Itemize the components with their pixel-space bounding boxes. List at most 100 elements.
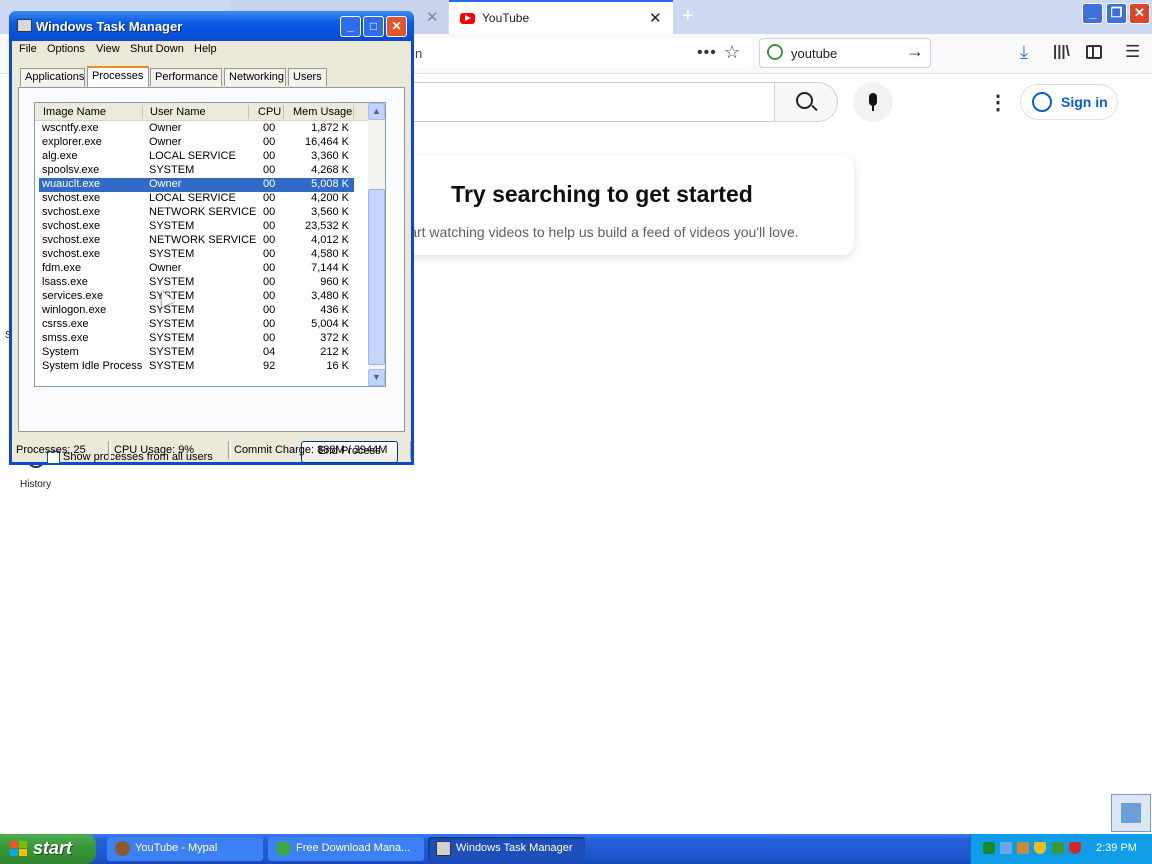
hamburger-menu-icon[interactable]: ☰: [1125, 42, 1140, 62]
process-mem-usage: 4,268 K: [311, 164, 349, 176]
table-row[interactable]: svchost.exe NETWORK SERVICE 00 3,560 K: [39, 206, 354, 220]
column-image-name[interactable]: Image Name: [43, 106, 106, 118]
search-icon[interactable]: [796, 92, 813, 109]
column-divider[interactable]: [283, 105, 284, 119]
process-mem-usage: 3,360 K: [311, 150, 349, 162]
tab-users[interactable]: Users: [288, 68, 327, 86]
logo-quadrant: [19, 841, 27, 848]
tab-applications[interactable]: Applications: [20, 68, 85, 86]
process-mem-usage: 5,004 K: [311, 318, 349, 330]
menu-bar: File Options View Shut Down Help: [12, 41, 411, 59]
column-mem-usage[interactable]: Mem Usage: [293, 106, 352, 118]
sidebar-item-history[interactable]: History: [20, 479, 51, 490]
column-divider[interactable]: [142, 105, 143, 119]
tab-performance[interactable]: Performance: [150, 68, 222, 86]
menu-shut-down[interactable]: Shut Down: [130, 43, 184, 55]
table-row[interactable]: winlogon.exe SYSTEM 00 436 K: [39, 304, 354, 318]
process-cpu: 00: [263, 262, 276, 274]
more-options-icon[interactable]: ⋮: [988, 90, 1008, 115]
taskbar-item-free-download-manager[interactable]: Free Download Mana...: [268, 837, 424, 861]
table-row[interactable]: svchost.exe SYSTEM 00 4,580 K: [39, 248, 354, 262]
taskbar-item-youtube-mypal[interactable]: YouTube - Mypal: [107, 837, 263, 861]
url-text[interactable]: n: [415, 46, 422, 61]
table-row[interactable]: smss.exe SYSTEM 00 372 K: [39, 332, 354, 346]
tab-processes[interactable]: Processes: [87, 66, 149, 87]
process-cpu: 00: [263, 136, 276, 148]
network-icon[interactable]: [1000, 842, 1012, 854]
menu-view[interactable]: View: [96, 43, 120, 55]
process-user-name: LOCAL SERVICE: [149, 192, 236, 204]
close-button[interactable]: ✕: [386, 16, 407, 37]
menu-options[interactable]: Options: [47, 43, 85, 55]
table-row[interactable]: lsass.exe SYSTEM 00 960 K: [39, 276, 354, 290]
bookmark-star-icon[interactable]: ☆: [724, 42, 740, 63]
taskbar-item-task-manager[interactable]: Windows Task Manager: [428, 837, 585, 861]
library-icon[interactable]: |||\: [1053, 43, 1070, 60]
tab-networking[interactable]: Networking: [224, 68, 286, 86]
column-divider[interactable]: [353, 105, 354, 119]
table-row[interactable]: services.exe SYSTEM 00 3,480 K: [39, 290, 354, 304]
process-list[interactable]: Image Name User Name CPU Mem Usage wscnt…: [34, 102, 386, 387]
minimize-window-button[interactable]: _: [1082, 3, 1103, 24]
process-user-name: Owner: [149, 136, 182, 148]
tab-label: YouTube: [482, 11, 530, 25]
table-row[interactable]: alg.exe LOCAL SERVICE 00 3,360 K: [39, 150, 354, 164]
scroll-up-icon[interactable]: ▲: [368, 103, 385, 120]
floating-download-icon[interactable]: [1111, 794, 1151, 832]
table-row[interactable]: fdm.exe Owner 00 7,144 K: [39, 262, 354, 276]
task-label: YouTube - Mypal: [135, 842, 218, 854]
cpu-monitor-icon[interactable]: [983, 842, 995, 854]
column-user-name[interactable]: User Name: [150, 106, 206, 118]
process-image-name: spoolsv.exe: [42, 164, 100, 176]
search-go-arrow-icon[interactable]: →: [906, 41, 924, 62]
process-mem-usage: 3,560 K: [311, 206, 349, 218]
scroll-down-icon[interactable]: ▼: [368, 369, 385, 386]
table-row[interactable]: wuauclt.exe Owner 00 5,008 K: [39, 178, 354, 192]
scrollbar-thumb[interactable]: [368, 189, 385, 365]
status-cpu-usage: CPU Usage: 9%: [110, 441, 229, 459]
clock[interactable]: 2:39 PM: [1096, 842, 1137, 854]
table-row[interactable]: svchost.exe NETWORK SERVICE 00 4,012 K: [39, 234, 354, 248]
process-user-name: SYSTEM: [149, 304, 195, 316]
table-row[interactable]: csrss.exe SYSTEM 00 5,004 K: [39, 318, 354, 332]
tool-icon[interactable]: [1017, 842, 1029, 854]
sign-in-button[interactable]: Sign in: [1020, 84, 1118, 120]
restore-window-button[interactable]: ❐: [1106, 3, 1127, 24]
menu-file[interactable]: File: [19, 43, 37, 55]
column-divider[interactable]: [248, 105, 249, 119]
start-button[interactable]: start: [0, 834, 96, 864]
table-row[interactable]: System SYSTEM 04 212 K: [39, 346, 354, 360]
logo-quadrant: [19, 849, 27, 856]
security-shield-icon[interactable]: [1034, 842, 1046, 854]
sidebar-toggle-icon[interactable]: [1086, 45, 1102, 59]
table-row[interactable]: System Idle Process SYSTEM 92 16 K: [39, 360, 354, 374]
antivirus-shield-icon[interactable]: [1069, 842, 1081, 854]
minimize-button[interactable]: _: [340, 16, 361, 37]
column-cpu[interactable]: CPU: [258, 106, 281, 118]
table-row[interactable]: svchost.exe LOCAL SERVICE 00 4,200 K: [39, 192, 354, 206]
table-row[interactable]: wscntfy.exe Owner 00 1,872 K: [39, 122, 354, 136]
download-manager-icon: [276, 841, 291, 856]
tab-youtube[interactable]: YouTube ✕: [449, 0, 673, 34]
download-manager-tray-icon[interactable]: [1052, 842, 1064, 854]
close-tab-icon[interactable]: ✕: [649, 9, 662, 27]
page-actions-icon[interactable]: •••: [697, 44, 717, 62]
table-row[interactable]: explorer.exe Owner 00 16,464 K: [39, 136, 354, 150]
close-window-button[interactable]: ✕: [1129, 3, 1150, 24]
maximize-button[interactable]: □: [363, 16, 384, 37]
process-mem-usage: 1,872 K: [311, 122, 349, 134]
menu-help[interactable]: Help: [194, 43, 217, 55]
microphone-icon[interactable]: [853, 82, 893, 122]
table-row[interactable]: svchost.exe SYSTEM 00 23,532 K: [39, 220, 354, 234]
download-icon[interactable]: ⤓: [1020, 42, 1028, 63]
table-row[interactable]: spoolsv.exe SYSTEM 00 4,268 K: [39, 164, 354, 178]
process-mem-usage: 3,480 K: [311, 290, 349, 302]
new-tab-icon[interactable]: +: [682, 5, 694, 28]
title-bar[interactable]: Windows Task Manager _ □ ✕: [9, 11, 414, 41]
search-engine-icon[interactable]: [767, 44, 783, 60]
process-mem-usage: 7,144 K: [311, 262, 349, 274]
vertical-scrollbar[interactable]: ▲ ▼: [368, 103, 385, 386]
close-tab-icon[interactable]: ✕: [426, 8, 439, 26]
search-bar-text[interactable]: youtube: [791, 46, 837, 61]
youtube-favicon-icon: [460, 12, 475, 24]
